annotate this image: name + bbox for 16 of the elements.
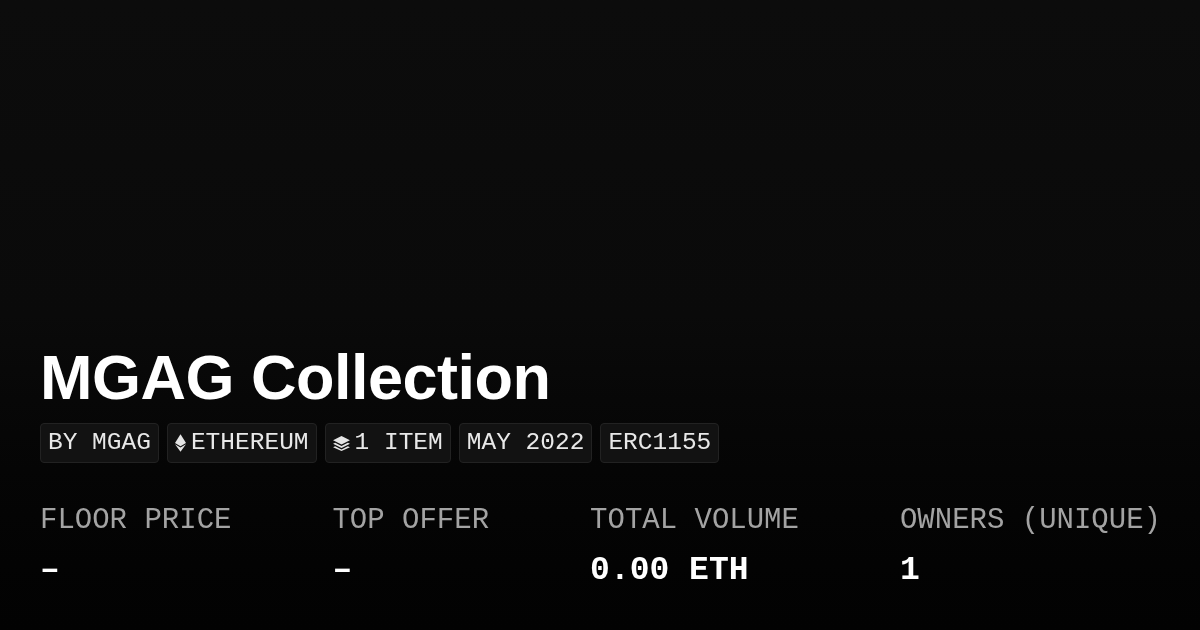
tag-label: ETHEREUM [190, 430, 309, 456]
stat-label: FLOOR PRICE [40, 503, 232, 539]
stat-value: 1 [899, 551, 920, 591]
info-tag: BY MGAG [40, 423, 159, 463]
info-tag: ERC1155 [600, 423, 720, 463]
stat-value: 0.00 ETH [590, 551, 749, 591]
tag-label: 1 ITEM [354, 430, 443, 456]
info-tag: MAY 2022 [458, 423, 593, 463]
stat-value: – [40, 551, 60, 591]
collection-title: MGAG Collection [40, 346, 551, 409]
stat-value: – [332, 551, 353, 591]
stat-label: OWNERS (UNIQUE) [899, 503, 1161, 539]
diamond-icon [174, 434, 186, 452]
stat-label: TOP OFFER [332, 503, 490, 539]
stat-label: TOTAL VOLUME [590, 503, 799, 539]
layers-icon [332, 435, 350, 451]
